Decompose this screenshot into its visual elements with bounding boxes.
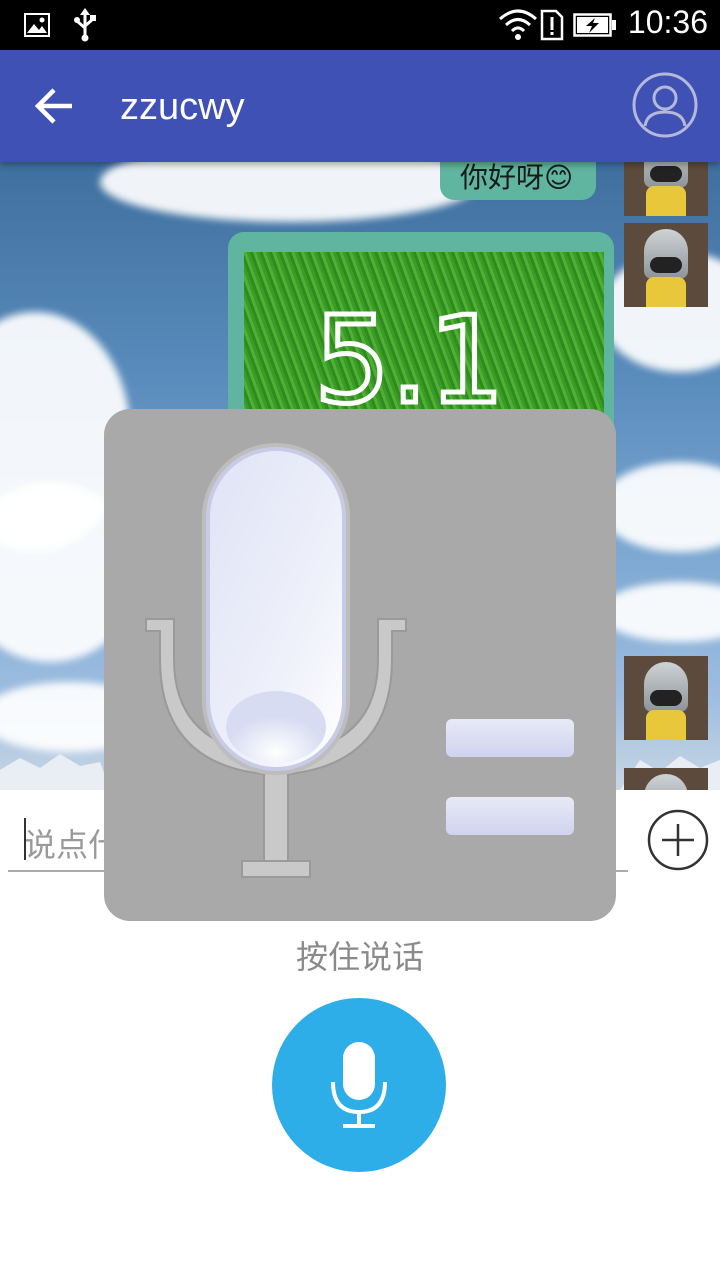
- clock: 10:36: [627, 4, 708, 40]
- avatar[interactable]: [624, 656, 708, 740]
- add-attachment-button[interactable]: [646, 808, 710, 872]
- image-icon: [22, 0, 52, 50]
- plus-icon: [647, 809, 709, 871]
- microphone-large-icon: [145, 443, 574, 878]
- sim-alert-icon: [538, 0, 566, 50]
- user-profile-icon[interactable]: [632, 72, 698, 138]
- avatar[interactable]: [624, 162, 708, 216]
- record-voice-button[interactable]: [272, 998, 446, 1172]
- usb-icon: [70, 0, 100, 50]
- battery-charging-icon: [572, 0, 618, 50]
- status-bar: 10:36: [0, 0, 720, 50]
- app-bar: zzucwy: [0, 50, 720, 162]
- conversation-title: zzucwy: [120, 86, 245, 128]
- text-caret: [24, 818, 26, 860]
- message-bubble-text[interactable]: 你好呀😊: [440, 162, 596, 200]
- voice-recording-dialog: [104, 409, 616, 921]
- microphone-icon: [331, 1042, 387, 1128]
- message-text: 你好呀😊: [460, 162, 574, 194]
- arrow-back-icon[interactable]: [30, 82, 82, 130]
- hold-to-talk-label: 按住说话: [295, 938, 424, 976]
- avatar[interactable]: [624, 223, 708, 307]
- avatar[interactable]: [624, 768, 708, 790]
- wifi-icon: [496, 0, 540, 50]
